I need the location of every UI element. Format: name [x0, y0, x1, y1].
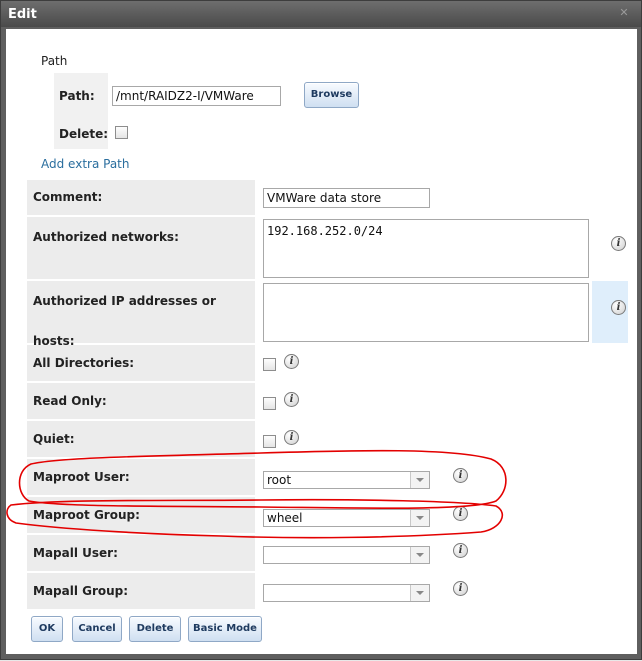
info-icon[interactable]: i [611, 300, 626, 315]
info-icon[interactable]: i [284, 354, 299, 369]
dialog-title: Edit [8, 7, 37, 22]
quiet-label: Quiet: [27, 421, 255, 457]
path-label: Path: [59, 89, 95, 103]
delete-label: Delete: [59, 127, 109, 141]
maproot-user-select[interactable]: root [263, 471, 430, 489]
info-icon[interactable]: i [284, 430, 299, 445]
quiet-checkbox[interactable] [263, 435, 276, 448]
maproot-group-label: Maproot Group: [27, 497, 255, 533]
basic-mode-button[interactable]: Basic Mode [188, 616, 262, 642]
comment-input[interactable]: VMWare data store [263, 188, 430, 208]
all-directories-label: All Directories: [27, 345, 255, 381]
delete-button[interactable]: Delete [129, 616, 181, 642]
read-only-checkbox[interactable] [263, 397, 276, 410]
all-directories-checkbox[interactable] [263, 358, 276, 371]
maproot-user-value: root [267, 473, 292, 487]
path-input[interactable]: /mnt/RAIDZ2-I/VMWare [112, 86, 281, 106]
mapall-group-label: Mapall Group: [27, 573, 255, 609]
add-extra-path-link[interactable]: Add extra Path [41, 157, 130, 171]
authorized-hosts-label: Authorized IP addresses or hosts: [27, 281, 255, 348]
chevron-down-icon[interactable] [410, 472, 429, 488]
info-icon[interactable]: i [453, 581, 468, 596]
browse-button[interactable]: Browse [304, 82, 359, 108]
chevron-down-icon[interactable] [410, 510, 429, 526]
info-icon[interactable]: i [453, 468, 468, 483]
edit-dialog: Edit ✕ Path Path: /mnt/RAIDZ2-I/VMWare B… [0, 0, 642, 660]
chevron-down-icon[interactable] [410, 547, 429, 563]
delete-path-checkbox[interactable] [115, 126, 128, 139]
info-icon[interactable]: i [453, 506, 468, 521]
authorized-hosts-textarea[interactable] [263, 283, 589, 342]
maproot-user-label: Maproot User: [27, 459, 255, 495]
authorized-networks-textarea[interactable]: 192.168.252.0/24 [263, 219, 589, 278]
dialog-content: Path Path: /mnt/RAIDZ2-I/VMWare Browse D… [6, 29, 637, 654]
info-icon[interactable]: i [284, 392, 299, 407]
mapall-user-select[interactable] [263, 546, 430, 564]
ok-button[interactable]: OK [31, 616, 63, 642]
chevron-down-icon[interactable] [410, 585, 429, 601]
path-section-heading: Path [41, 54, 68, 68]
dialog-titlebar[interactable]: Edit ✕ [1, 1, 641, 27]
cancel-button[interactable]: Cancel [72, 616, 122, 642]
mapall-group-select[interactable] [263, 584, 430, 602]
close-icon[interactable]: ✕ [619, 7, 629, 18]
info-icon[interactable]: i [453, 543, 468, 558]
comment-label: Comment: [27, 180, 255, 215]
authorized-networks-label: Authorized networks: [27, 217, 255, 279]
maproot-group-select[interactable]: wheel [263, 509, 430, 527]
read-only-label: Read Only: [27, 383, 255, 419]
info-icon[interactable]: i [611, 236, 626, 251]
maproot-group-value: wheel [267, 511, 303, 525]
mapall-user-label: Mapall User: [27, 535, 255, 571]
